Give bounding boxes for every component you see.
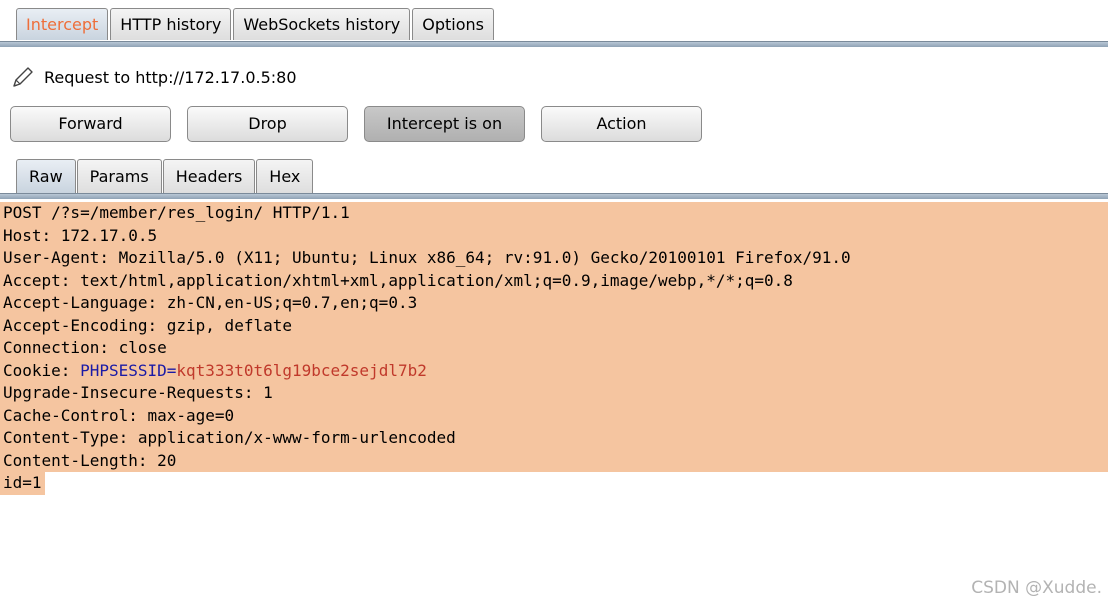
request-info: Request to http://172.17.0.5:80 — [10, 64, 297, 90]
tab-intercept[interactable]: Intercept — [16, 8, 109, 40]
header-line: Accept: text/html,application/xhtml+xml,… — [0, 269, 1108, 292]
sub-tab-underline — [0, 193, 1108, 199]
request-target-label: Request to http://172.17.0.5:80 — [44, 67, 297, 87]
intercept-toolbar: Forward Drop Intercept is on Action — [10, 106, 702, 142]
header-line: Connection: close — [0, 337, 1108, 360]
tab-hex[interactable]: Hex — [256, 159, 314, 193]
action-button[interactable]: Action — [541, 106, 702, 142]
cookie-equals: = — [166, 360, 177, 380]
header-line: Accept-Language: zh-CN,en-US;q=0.7,en;q=… — [0, 292, 1108, 315]
cookie-value: kqt333t0t6lg19bce2sejdl7b2 — [176, 360, 427, 380]
top-tab-underline — [0, 41, 1108, 47]
cookie-name: PHPSESSID — [80, 360, 167, 380]
request-line: POST /?s=/member/res_login/ HTTP/1.1 — [0, 202, 1108, 225]
top-tabs: Intercept HTTP history WebSockets histor… — [16, 8, 494, 40]
header-line: User-Agent: Mozilla/5.0 (X11; Ubuntu; Li… — [0, 247, 1108, 270]
message-view-tabs: Raw Params Headers Hex — [16, 159, 314, 193]
header-line: Cache-Control: max-age=0 — [0, 404, 1108, 427]
cookie-header-line: Cookie: PHPSESSID=kqt333t0t6lg19bce2sejd… — [0, 359, 1108, 382]
header-line: Accept-Encoding: gzip, deflate — [0, 314, 1108, 337]
tab-http-history[interactable]: HTTP history — [110, 8, 232, 40]
tab-headers[interactable]: Headers — [162, 159, 256, 193]
intercept-toggle-button[interactable]: Intercept is on — [364, 106, 525, 142]
cookie-prefix: Cookie: — [3, 360, 81, 380]
forward-button[interactable]: Forward — [10, 106, 171, 142]
header-line: Content-Type: application/x-www-form-url… — [0, 427, 1108, 450]
header-line: Host: 172.17.0.5 — [0, 224, 1108, 247]
tab-options[interactable]: Options — [412, 8, 494, 40]
tab-params[interactable]: Params — [76, 159, 162, 193]
header-line: Content-Length: 20 — [0, 449, 1108, 472]
raw-request-editor[interactable]: POST /?s=/member/res_login/ HTTP/1.1 Hos… — [0, 202, 1108, 606]
header-line: Upgrade-Insecure-Requests: 1 — [0, 382, 1108, 405]
pencil-icon[interactable] — [10, 64, 36, 90]
top-tab-bar: Intercept HTTP history WebSockets histor… — [0, 0, 1108, 48]
tab-raw[interactable]: Raw — [16, 159, 76, 193]
drop-button[interactable]: Drop — [187, 106, 348, 142]
intercept-panel: Request to http://172.17.0.5:80 Forward … — [0, 48, 1108, 196]
tab-websockets-history[interactable]: WebSockets history — [233, 8, 411, 40]
request-body-line: id=1 — [0, 472, 45, 495]
watermark: CSDN @Xudde. — [971, 578, 1102, 598]
